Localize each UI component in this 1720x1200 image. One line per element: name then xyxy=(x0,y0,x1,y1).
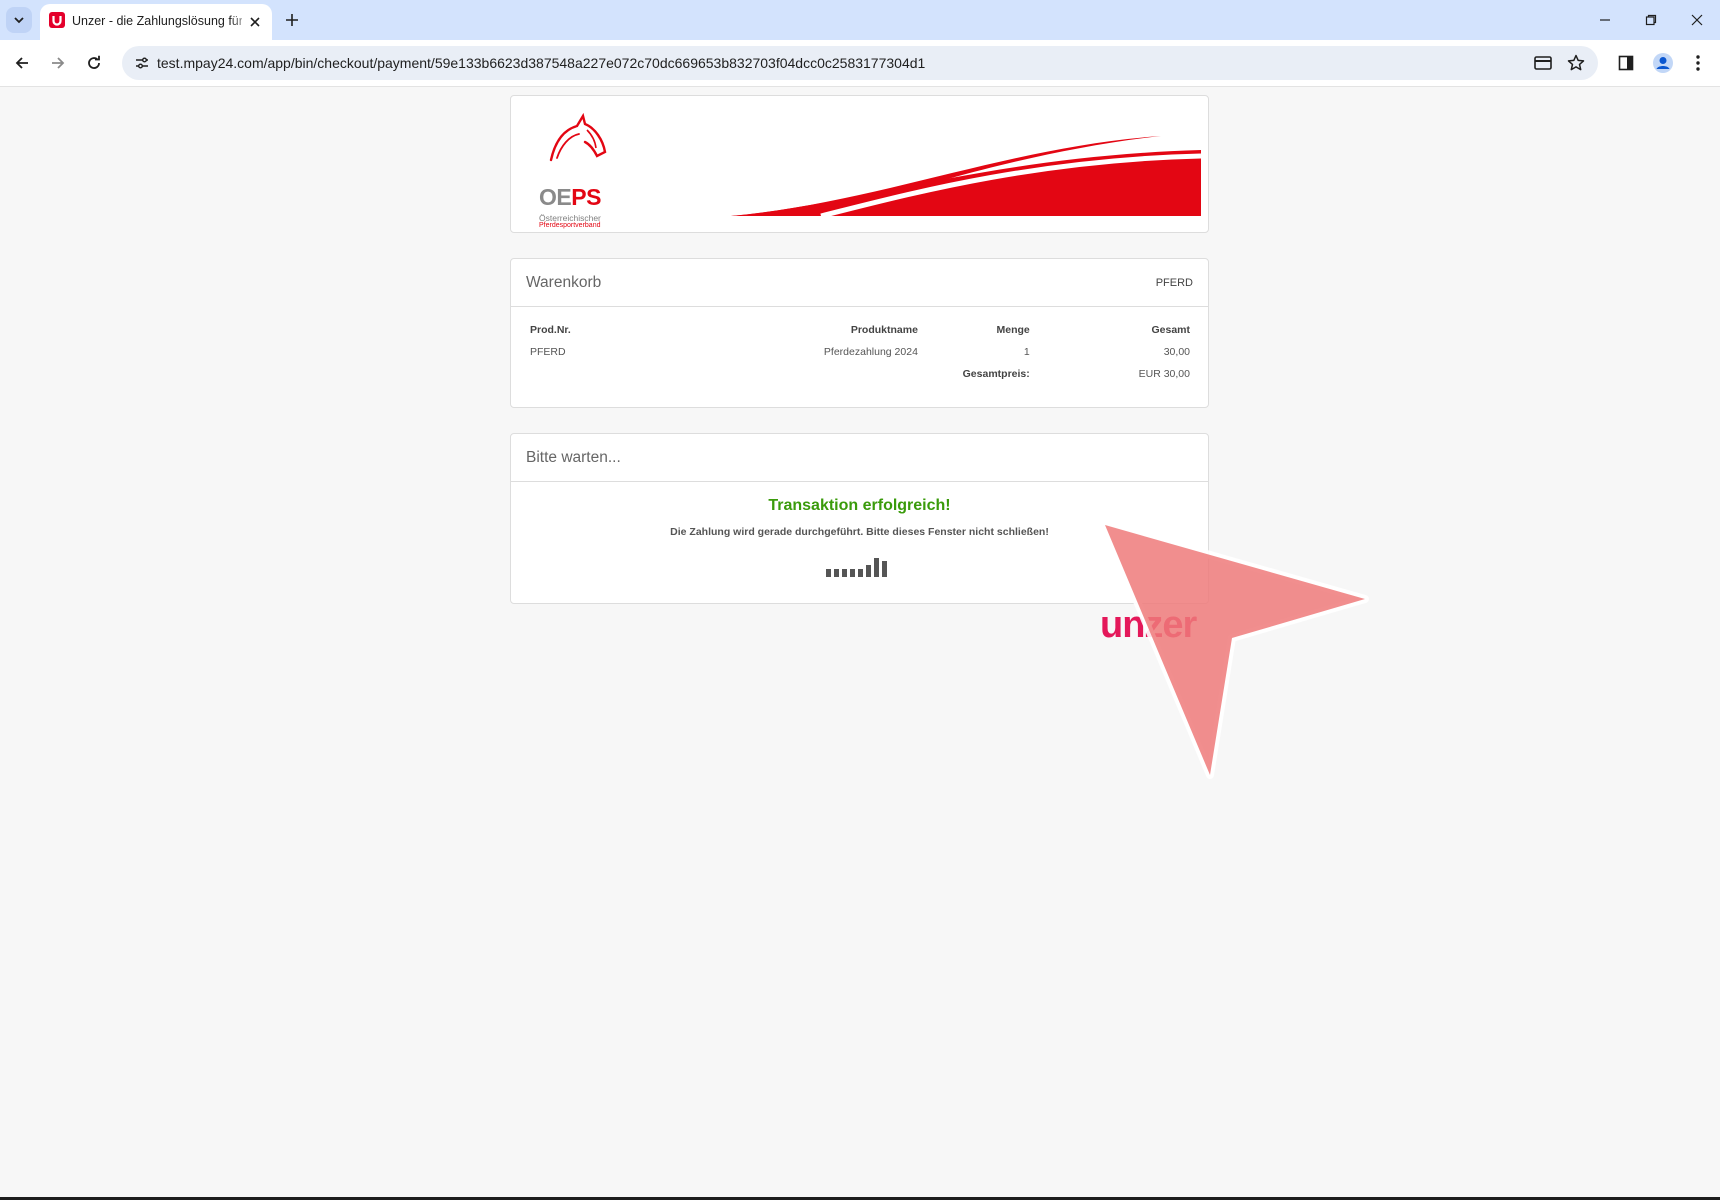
card-icon[interactable] xyxy=(1531,51,1555,75)
status-heading: Bitte warten... xyxy=(511,434,1208,482)
column-header: Prod.Nr. xyxy=(530,324,571,336)
prod-nr-cell: PFERD xyxy=(530,346,566,358)
close-window-icon[interactable] xyxy=(1682,6,1712,34)
star-icon[interactable] xyxy=(1564,51,1588,75)
tab-strip: Unzer - die Zahlungslösung für xyxy=(0,0,1720,40)
profile-icon[interactable] xyxy=(1649,49,1677,77)
quantity-cell: 1 xyxy=(1023,346,1030,358)
loader-bar xyxy=(858,569,863,577)
loader-bar xyxy=(826,569,831,577)
column-header: Menge xyxy=(996,324,1030,336)
loader-bar xyxy=(842,569,847,577)
cart-heading: Warenkorb PFERD xyxy=(511,259,1208,307)
total-value: EUR 30,00 xyxy=(1138,368,1190,380)
total-label: Gesamtpreis: xyxy=(962,368,1030,380)
close-icon[interactable] xyxy=(245,12,265,32)
cart-table: Prod.Nr. Produktname Menge Gesamt PFERD … xyxy=(530,324,1190,388)
total-row: Gesamtpreis: EUR 30,00 xyxy=(530,366,1190,388)
site-info-icon[interactable] xyxy=(130,51,154,75)
unzer-favicon xyxy=(49,12,65,28)
back-icon[interactable] xyxy=(8,49,36,77)
table-row: PFERD Pferdezahlung 2024 1 30,00 xyxy=(530,344,1190,366)
new-tab-icon[interactable] xyxy=(280,8,304,32)
side-panel-icon[interactable] xyxy=(1612,49,1640,77)
url-text: test.mpay24.com/app/bin/checkout/payment… xyxy=(157,55,926,71)
tab-title: Unzer - die Zahlungslösung für xyxy=(72,14,242,28)
loader-bar xyxy=(874,558,879,577)
table-header-row: Prod.Nr. Produktname Menge Gesamt xyxy=(530,324,1190,344)
logo-subtitle-2: Pferdesportverband xyxy=(539,222,601,229)
merchant-header: OEPS Österreichischer Pferdesportverband xyxy=(510,95,1209,233)
loader-bar xyxy=(866,565,871,577)
active-tab[interactable]: Unzer - die Zahlungslösung für xyxy=(40,4,272,40)
browser-toolbar: test.mpay24.com/app/bin/checkout/payment… xyxy=(0,40,1720,87)
minimize-icon[interactable] xyxy=(1590,6,1620,34)
status-title: Bitte warten... xyxy=(526,449,621,466)
horse-head-icon xyxy=(549,112,607,162)
restore-icon[interactable] xyxy=(1636,6,1666,34)
cursor-pointer-icon xyxy=(1101,521,1369,779)
loader-bar xyxy=(834,569,839,577)
total-cell: 30,00 xyxy=(1163,346,1190,358)
oeps-logo: OEPS Österreichischer Pferdesportverband xyxy=(537,112,637,229)
reload-icon[interactable] xyxy=(80,49,108,77)
address-bar[interactable]: test.mpay24.com/app/bin/checkout/payment… xyxy=(122,46,1598,80)
cart-reference: PFERD xyxy=(1155,277,1193,289)
column-header: Gesamt xyxy=(1151,324,1190,336)
success-message: Transaktion erfolgreich! xyxy=(768,497,951,514)
cart-title: Warenkorb xyxy=(526,274,602,291)
header-swoosh xyxy=(731,136,1201,218)
product-name-cell: Pferdezahlung 2024 xyxy=(823,346,918,358)
forward-icon[interactable] xyxy=(44,49,72,77)
loading-spinner xyxy=(826,558,896,580)
menu-icon[interactable] xyxy=(1684,49,1712,77)
cart-panel: Warenkorb PFERD Prod.Nr. Produktname Men… xyxy=(510,258,1209,408)
loader-bar xyxy=(850,569,855,577)
tab-list-icon[interactable] xyxy=(6,7,32,33)
column-header: Produktname xyxy=(850,324,918,336)
loader-bar xyxy=(882,561,887,577)
logo-mark: OEPS xyxy=(539,184,601,210)
